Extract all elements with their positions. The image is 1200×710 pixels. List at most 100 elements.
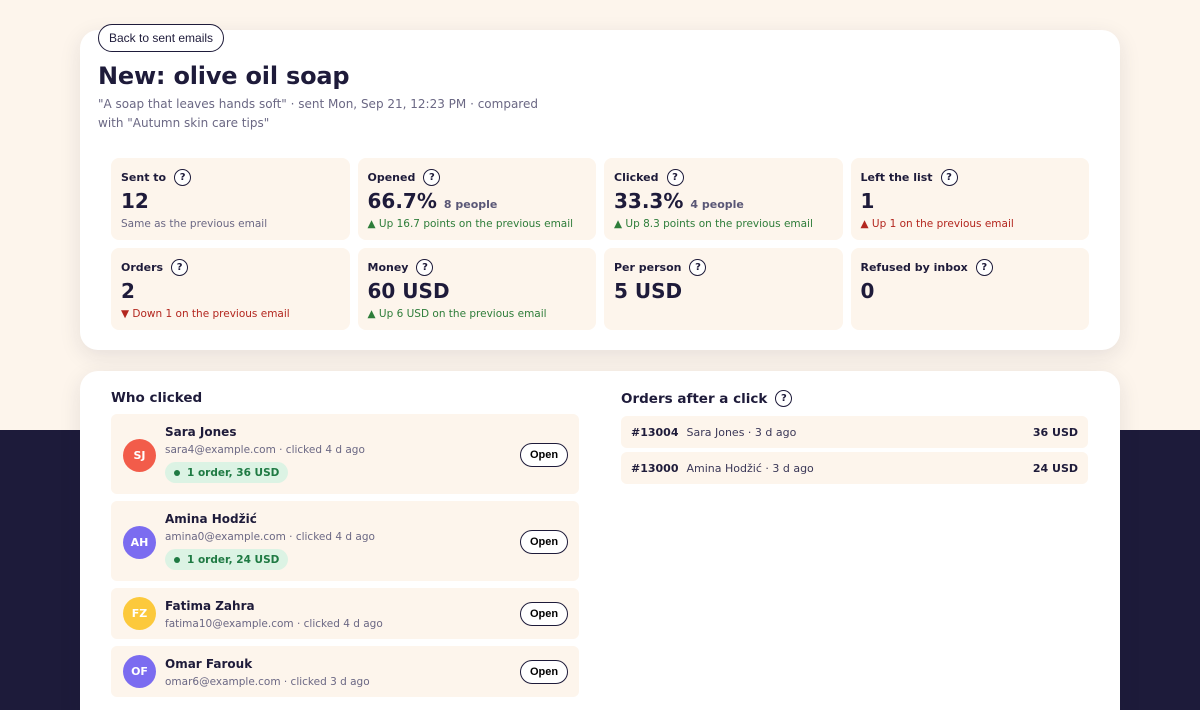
stat-value-number: 66.7% bbox=[367, 189, 437, 213]
orders-help-icon[interactable]: ? bbox=[775, 390, 793, 407]
stat-card-refused-by-inbox: Refused by inbox? 0 bbox=[850, 248, 1089, 330]
open-button[interactable]: Open bbox=[520, 530, 568, 554]
stat-value-people: 8 people bbox=[443, 198, 498, 211]
stat-comparison-note: ▼ Down 1 on the previous email bbox=[121, 308, 290, 320]
stat-card-per-person: Per person? 5 USD bbox=[604, 248, 843, 330]
stat-card-sent-to: Sent to? 12 Same as the previous email bbox=[111, 158, 350, 240]
order-amount: 36 USD bbox=[1032, 425, 1078, 439]
who-clicked-title-text: Who clicked bbox=[111, 390, 203, 406]
order-badge-text: 1 order, 36 USD bbox=[187, 466, 280, 479]
stat-comparison-note: ▲ Up 8.3 points on the previous email bbox=[614, 218, 813, 230]
help-icon[interactable]: ? bbox=[423, 168, 441, 186]
orders-list: #13004 Sara Jones · 3 d ago 36 USD #13000 Am… bbox=[621, 416, 1088, 488]
open-button[interactable]: Open bbox=[520, 660, 568, 684]
help-icon[interactable]: ? bbox=[174, 168, 192, 186]
stat-label: Clicked? bbox=[614, 168, 833, 186]
stat-value-number: 60 USD bbox=[367, 279, 450, 303]
clicker-row: AH Amina Hodžić amina0@example.com · click… bbox=[111, 501, 579, 581]
stat-value: 60 USD bbox=[368, 279, 587, 305]
stat-comparison-note: ▲ Up 16.7 points on the previous email bbox=[367, 218, 574, 230]
stat-label-text: Money bbox=[367, 260, 409, 274]
status-dot-icon bbox=[174, 469, 180, 476]
help-icon[interactable]: ? bbox=[975, 258, 993, 276]
clicker-meta: sara4@example.com · clicked 4 d ago bbox=[165, 444, 365, 456]
clicker-meta: fatima10@example.com · clicked 4 d ago bbox=[165, 618, 383, 630]
help-icon[interactable]: ? bbox=[666, 168, 684, 186]
stat-value-number: 5 USD bbox=[614, 279, 683, 303]
open-button[interactable]: Open bbox=[520, 443, 568, 467]
clicker-name: Omar Farouk bbox=[165, 657, 253, 671]
stat-label: Per person? bbox=[614, 258, 833, 276]
stat-label: Opened? bbox=[368, 168, 587, 186]
stat-label-text: Orders bbox=[121, 260, 164, 274]
stat-value: 5 USD bbox=[614, 279, 833, 305]
stat-card-clicked: Clicked? 33.3% 4 people ▲ Up 8.3 points on … bbox=[604, 158, 843, 240]
clicker-meta: amina0@example.com · clicked 4 d ago bbox=[165, 531, 375, 543]
stat-value-number: 12 bbox=[121, 189, 149, 213]
who-clicked-list: SJ Sara Jones sara4@example.com · clicked … bbox=[111, 414, 579, 704]
order-badge: 1 order, 24 USD bbox=[165, 549, 289, 570]
stat-label: Sent to? bbox=[121, 168, 340, 186]
email-subtitle: "A soap that leaves hands soft" · sent M… bbox=[98, 97, 538, 130]
stat-comparison-note: Same as the previous email bbox=[121, 218, 268, 230]
order-amount: 24 USD bbox=[1032, 461, 1078, 475]
stat-comparison-note: ▲ Up 6 USD on the previous email bbox=[367, 308, 547, 320]
stat-value: 33.3% 4 people bbox=[614, 189, 833, 215]
orders-after-click-title-text: Orders after a click bbox=[621, 390, 768, 407]
stat-label-text: Sent to bbox=[121, 170, 167, 184]
order-row[interactable]: #13000 Amina Hodžić · 3 d ago 24 USD bbox=[621, 452, 1088, 484]
stat-value: 66.7% 8 people bbox=[368, 189, 587, 215]
stat-value-number: 33.3% bbox=[614, 189, 684, 213]
back-to-sent-emails-button[interactable]: Back to sent emails bbox=[98, 24, 225, 52]
stat-label: Orders? bbox=[121, 258, 340, 276]
stat-label-text: Clicked bbox=[614, 170, 659, 184]
clicker-row: SJ Sara Jones sara4@example.com · clicked … bbox=[111, 414, 579, 494]
clicker-row: OF Omar Farouk omar6@example.com · clicked… bbox=[111, 646, 579, 697]
activity-card: Who clicked SJ Sara Jones sara4@example.co… bbox=[80, 371, 1120, 710]
stat-label-text: Left the list bbox=[860, 170, 933, 184]
avatar: OF bbox=[123, 655, 156, 688]
stat-label-text: Per person bbox=[614, 260, 682, 274]
orders-after-click-title: Orders after a click ? bbox=[621, 390, 793, 407]
stat-card-opened: Opened? 66.7% 8 people ▲ Up 16.7 points on … bbox=[357, 158, 596, 240]
stat-comparison-note: ▲ Up 1 on the previous email bbox=[860, 218, 1014, 230]
stat-label: Left the list? bbox=[861, 168, 1080, 186]
help-icon[interactable]: ? bbox=[689, 258, 707, 276]
stat-value: 1 bbox=[861, 189, 1080, 215]
stat-value: 2 bbox=[121, 279, 340, 305]
email-summary-card: Back to sent emails New: olive oil soap … bbox=[80, 24, 1120, 350]
stat-value-number: 2 bbox=[121, 279, 135, 303]
stat-value-people: 4 people bbox=[690, 198, 744, 211]
clicker-name: Fatima Zahra bbox=[165, 599, 255, 613]
open-button[interactable]: Open bbox=[520, 602, 568, 626]
clicker-row: FZ Fatima Zahra fatima10@example.com · cli… bbox=[111, 588, 579, 639]
clicker-meta: omar6@example.com · clicked 3 d ago bbox=[165, 676, 370, 688]
order-id: #13000 bbox=[631, 461, 679, 475]
help-icon[interactable]: ? bbox=[940, 168, 958, 186]
help-icon[interactable]: ? bbox=[171, 258, 189, 276]
page-title: New: olive oil soap bbox=[98, 62, 350, 90]
order-badge-text: 1 order, 24 USD bbox=[187, 553, 280, 566]
status-dot-icon bbox=[174, 556, 180, 563]
clicker-name: Amina Hodžić bbox=[165, 512, 257, 526]
stats-grid: Sent to? 12 Same as the previous email Open… bbox=[111, 158, 1089, 330]
stat-label: Refused by inbox? bbox=[861, 258, 1080, 276]
stat-value-number: 1 bbox=[860, 189, 875, 213]
order-customer: Sara Jones · 3 d ago bbox=[686, 425, 797, 439]
who-clicked-title: Who clicked bbox=[111, 390, 202, 406]
order-id: #13004 bbox=[631, 425, 679, 439]
help-icon[interactable]: ? bbox=[416, 258, 434, 276]
stat-value: 12 bbox=[121, 189, 340, 215]
stat-label-text: Opened bbox=[367, 170, 416, 184]
avatar: AH bbox=[123, 526, 156, 559]
stat-label: Money? bbox=[368, 258, 587, 276]
avatar: FZ bbox=[123, 597, 156, 630]
stat-card-left-the-list: Left the list? 1 ▲ Up 1 on the previous em… bbox=[850, 158, 1089, 240]
stat-value-number: 0 bbox=[860, 279, 875, 303]
stat-card-orders: Orders? 2 ▼ Down 1 on the previous email bbox=[111, 248, 350, 330]
clicker-name: Sara Jones bbox=[165, 425, 237, 439]
order-badge: 1 order, 36 USD bbox=[165, 462, 289, 483]
stat-value: 0 bbox=[861, 279, 1080, 305]
stat-card-money: Money? 60 USD ▲ Up 6 USD on the previous e… bbox=[357, 248, 596, 330]
order-row[interactable]: #13004 Sara Jones · 3 d ago 36 USD bbox=[621, 416, 1088, 448]
